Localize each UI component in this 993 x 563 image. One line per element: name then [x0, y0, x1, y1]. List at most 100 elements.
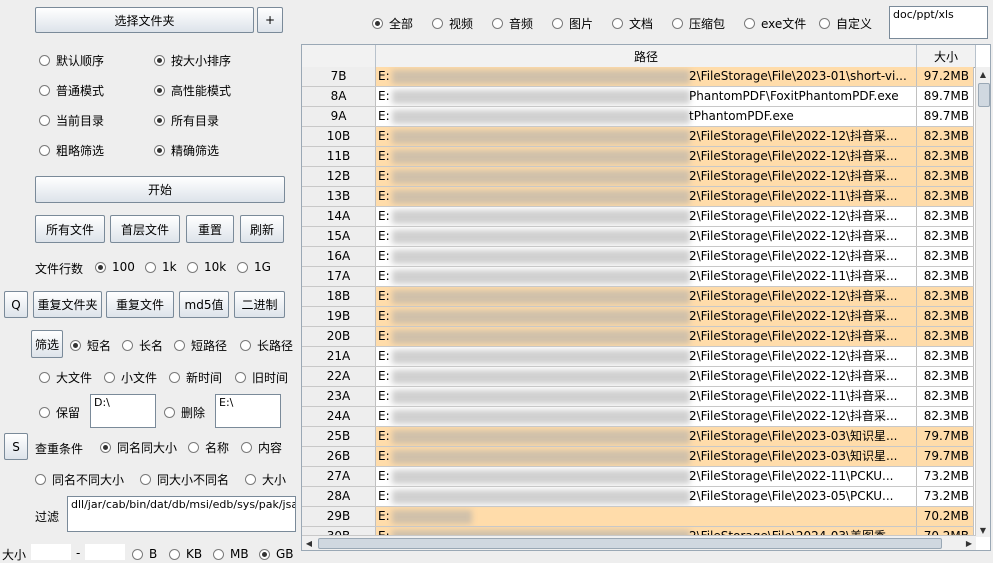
- scroll-left-icon[interactable]: ◀: [302, 536, 316, 550]
- lines-1k-radio[interactable]: 1k: [145, 259, 177, 275]
- scroll-down-icon[interactable]: ▼: [976, 523, 990, 537]
- table-row[interactable]: 23A E: 2\FileStorage\File\2022-11\抖音采... 82…: [302, 387, 974, 407]
- scope-current-radio[interactable]: 当前目录: [39, 112, 104, 128]
- table-row[interactable]: 7B E: 2\FileStorage\File\2023-01\short-vi.…: [302, 67, 974, 87]
- table-row[interactable]: 17A E: 2\FileStorage\File\2022-11\抖音采... 82…: [302, 267, 974, 287]
- filter-button[interactable]: 筛选: [31, 330, 63, 358]
- add-folder-button[interactable]: +: [257, 7, 283, 33]
- file-table[interactable]: 路径 大小 7B E: 2\FileStorage\File\2023-01\sho…: [301, 44, 991, 551]
- scroll-up-icon[interactable]: ▲: [976, 67, 990, 81]
- small-file-radio[interactable]: 小文件: [104, 369, 157, 385]
- horizontal-scroll-thumb[interactable]: [318, 538, 942, 549]
- lines-10k-radio[interactable]: 10k: [187, 259, 226, 275]
- long-name-radio[interactable]: 长名: [122, 337, 163, 353]
- unit-kb-radio[interactable]: KB: [169, 546, 202, 562]
- large-file-radio[interactable]: 大文件: [39, 369, 92, 385]
- duplicate-file-button[interactable]: 重复文件: [106, 291, 174, 318]
- type-all-radio[interactable]: 全部: [372, 15, 413, 31]
- short-name-radio[interactable]: 短名: [70, 337, 111, 353]
- start-button[interactable]: 开始: [35, 176, 285, 203]
- horizontal-scrollbar[interactable]: ◀ ▶: [302, 535, 976, 550]
- table-row[interactable]: 21A E: 2\FileStorage\File\2022-12\抖音采... 82…: [302, 347, 974, 367]
- table-row[interactable]: 20B E: 2\FileStorage\File\2022-12\抖音采... 82…: [302, 327, 974, 347]
- same-name-size-radio[interactable]: 同名同大小: [100, 439, 177, 455]
- lines-100-radio[interactable]: 100: [95, 259, 135, 275]
- sort-default-radio[interactable]: 默认顺序: [39, 52, 104, 68]
- q-button[interactable]: Q: [4, 291, 28, 318]
- first-level-button[interactable]: 首层文件: [110, 215, 180, 243]
- filter-precise-radio[interactable]: 精确筛选: [154, 142, 219, 158]
- unit-b-radio[interactable]: B: [132, 546, 157, 562]
- line-count-label: 文件行数: [35, 262, 84, 276]
- path-drive: E:: [378, 269, 390, 283]
- path-drive: E:: [378, 89, 390, 103]
- table-row[interactable]: 13B E: 2\FileStorage\File\2022-11\抖音采... 82…: [302, 187, 974, 207]
- keep-radio[interactable]: 保留: [39, 404, 80, 420]
- table-row[interactable]: 12B E: 2\FileStorage\File\2022-12\抖音采... 82…: [302, 167, 974, 187]
- filter-ext-field[interactable]: dll/jar/cab/bin/dat/db/msi/edb/sys/pak/j…: [67, 496, 296, 532]
- type-audio-radio[interactable]: 音频: [492, 15, 533, 31]
- long-path-radio[interactable]: 长路径: [240, 337, 293, 353]
- scroll-right-icon[interactable]: ▶: [962, 536, 976, 550]
- table-row[interactable]: 27A E: 2\FileStorage\File\2022-11\PCKU... 7…: [302, 467, 974, 487]
- header-index[interactable]: [302, 45, 376, 67]
- reset-button[interactable]: 重置: [186, 215, 234, 243]
- all-files-button[interactable]: 所有文件: [35, 215, 105, 243]
- delete-radio[interactable]: 删除: [164, 404, 205, 420]
- table-row[interactable]: 16A E: 2\FileStorage\File\2022-12\抖音采... 82…: [302, 247, 974, 267]
- sort-by-size-radio[interactable]: 按大小排序: [154, 52, 231, 68]
- filter-rough-radio[interactable]: 粗略筛选: [39, 142, 104, 158]
- table-row[interactable]: 28A E: 2\FileStorage\File\2023-05\PCKU... 7…: [302, 487, 974, 507]
- table-row[interactable]: 24A E: 2\FileStorage\File\2022-12\抖音采... 82…: [302, 407, 974, 427]
- header-path[interactable]: 路径: [376, 45, 917, 67]
- new-time-radio[interactable]: 新时间: [169, 369, 222, 385]
- duplicate-folder-button[interactable]: 重复文件夹: [33, 291, 102, 318]
- table-row[interactable]: 15A E: 2\FileStorage\File\2022-12\抖音采... 82…: [302, 227, 974, 247]
- type-video-radio[interactable]: 视频: [432, 15, 473, 31]
- type-custom-radio[interactable]: 自定义: [819, 15, 872, 31]
- row-path: E: 2\FileStorage\File\2023-01\short-vi...: [376, 67, 917, 86]
- type-exe-radio[interactable]: exe文件: [744, 15, 806, 31]
- select-folder-button[interactable]: 选择文件夹: [35, 7, 254, 33]
- name-radio[interactable]: 名称: [188, 439, 229, 455]
- table-row[interactable]: 9A E: tPhantomPDF.exe 89.7MB: [302, 107, 974, 127]
- binary-button[interactable]: 二进制: [234, 291, 285, 318]
- table-row[interactable]: 8A E: PhantomPDF\FoxitPhantomPDF.exe 89.7MB: [302, 87, 974, 107]
- short-path-radio[interactable]: 短路径: [174, 337, 227, 353]
- table-row[interactable]: 25B E: 2\FileStorage\File\2023-03\知识星... 79…: [302, 427, 974, 447]
- table-row[interactable]: 14A E: 2\FileStorage\File\2022-12\抖音采... 82…: [302, 207, 974, 227]
- row-path: E: PhantomPDF\FoxitPhantomPDF.exe: [376, 87, 917, 106]
- vertical-scroll-thumb[interactable]: [978, 83, 990, 107]
- unit-mb-radio[interactable]: MB: [213, 546, 249, 562]
- type-doc-radio[interactable]: 文档: [612, 15, 653, 31]
- table-row[interactable]: 18B E: 2\FileStorage\File\2022-12\抖音采... 82…: [302, 287, 974, 307]
- size-diff-name-radio[interactable]: 同大小不同名: [140, 471, 229, 487]
- size-radio[interactable]: 大小: [245, 471, 286, 487]
- size-max-field[interactable]: [84, 543, 126, 561]
- scope-all-radio[interactable]: 所有目录: [154, 112, 219, 128]
- delete-path-field[interactable]: E:\: [215, 394, 281, 428]
- table-row[interactable]: 29B E: 70.2MB: [302, 507, 974, 527]
- vertical-scrollbar[interactable]: ▲ ▼: [975, 67, 990, 537]
- content-radio[interactable]: 内容: [241, 439, 282, 455]
- lines-1g-radio[interactable]: 1G: [237, 259, 271, 275]
- name-diff-size-radio[interactable]: 同名不同大小: [35, 471, 124, 487]
- custom-type-field[interactable]: doc/ppt/xls: [889, 6, 988, 39]
- refresh-button[interactable]: 刷新: [240, 215, 284, 243]
- size-min-field[interactable]: [30, 543, 72, 561]
- mode-normal-radio[interactable]: 普通模式: [39, 82, 104, 98]
- table-row[interactable]: 26B E: 2\FileStorage\File\2023-03\知识星... 79…: [302, 447, 974, 467]
- mode-high-radio[interactable]: 高性能模式: [154, 82, 231, 98]
- table-row[interactable]: 10B E: 2\FileStorage\File\2022-12\抖音采... 82…: [302, 127, 974, 147]
- table-row[interactable]: 22A E: 2\FileStorage\File\2022-12\抖音采... 82…: [302, 367, 974, 387]
- table-row[interactable]: 11B E: 2\FileStorage\File\2022-12\抖音采... 82…: [302, 147, 974, 167]
- old-time-radio[interactable]: 旧时间: [235, 369, 288, 385]
- s-button[interactable]: S: [4, 433, 28, 460]
- keep-path-field[interactable]: D:\: [90, 394, 156, 428]
- header-size[interactable]: 大小: [917, 45, 976, 67]
- unit-gb-radio[interactable]: GB: [259, 546, 294, 562]
- md5-button[interactable]: md5值: [179, 291, 229, 318]
- table-row[interactable]: 19B E: 2\FileStorage\File\2022-12\抖音采... 82…: [302, 307, 974, 327]
- type-image-radio[interactable]: 图片: [552, 15, 593, 31]
- type-zip-radio[interactable]: 压缩包: [672, 15, 725, 31]
